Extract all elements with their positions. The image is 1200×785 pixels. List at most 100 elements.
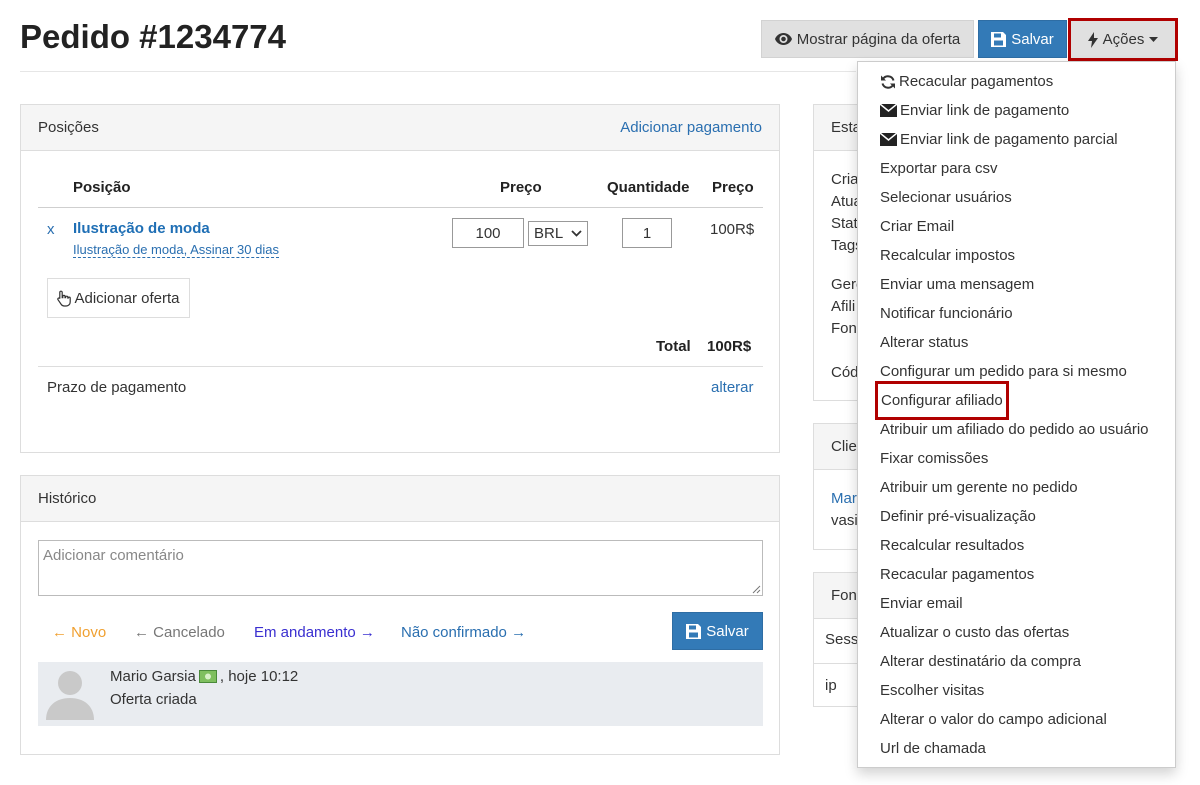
change-payment-term-link[interactable]: alterar: [711, 379, 754, 396]
history-entry: Mario Garsia , hoje 10:12 Oferta criada: [38, 662, 763, 726]
total-divider: [38, 366, 763, 367]
client-email: vasi: [831, 512, 858, 529]
menu-item-label: Alterar o valor do campo adicional: [880, 711, 1107, 728]
col-price-total: Preço: [712, 179, 754, 196]
menu-item-label: Atribuir um afiliado do pedido ao usuári…: [880, 421, 1149, 438]
history-save-label: Salvar: [706, 622, 749, 640]
source-line: ip: [825, 677, 837, 694]
actions-dropdown-button[interactable]: Ações: [1068, 18, 1178, 61]
entry-meta: Mario Garsia , hoje 10:12: [110, 668, 298, 685]
menu-item-recalcular-impostos[interactable]: Recalcular impostos: [858, 241, 1175, 270]
status-in-progress-button[interactable]: Em andamento →: [254, 624, 375, 641]
total-value: 100R$: [707, 338, 752, 355]
table-header-divider: [38, 207, 763, 208]
menu-item-notificar-funcionario[interactable]: Notificar funcionário: [858, 299, 1175, 328]
status-line: Cód: [831, 364, 859, 381]
envelope-icon: [880, 104, 897, 117]
menu-item-definir-pre-visualizacao[interactable]: Definir pré-visualização: [858, 502, 1175, 531]
menu-item-atualizar-o-custo-das-ofertas[interactable]: Atualizar o custo das ofertas: [858, 618, 1175, 647]
comment-textarea[interactable]: Adicionar comentário: [38, 540, 763, 596]
price-input[interactable]: 100: [452, 218, 524, 248]
actions-label: Ações: [1102, 31, 1145, 48]
menu-item-enviar-link-de-pagamento-parcial[interactable]: Enviar link de pagamento parcial: [858, 125, 1175, 154]
position-subtitle-link[interactable]: Ilustração de moda, Assinar 30 dias: [73, 242, 279, 258]
add-payment-link[interactable]: Adicionar pagamento: [620, 119, 762, 136]
menu-item-label: Configurar um pedido para si mesmo: [880, 363, 1127, 380]
menu-item-label: Atualizar o custo das ofertas: [880, 624, 1070, 641]
positions-panel: Posições Adicionar pagamento Posição Pre…: [20, 104, 780, 453]
remove-row-button[interactable]: x: [47, 221, 55, 238]
menu-item-atribuir-um-gerente-no-pedido[interactable]: Atribuir um gerente no pedido: [858, 473, 1175, 502]
save-button[interactable]: Salvar: [978, 20, 1067, 58]
menu-item-label: Recacular pagamentos: [880, 566, 1035, 583]
menu-item-recacular-pagamentos[interactable]: Recacular pagamentos: [858, 67, 1175, 96]
menu-item-escolher-visitas[interactable]: Escolher visitas: [858, 676, 1175, 705]
positions-heading: Posições Adicionar pagamento: [21, 105, 779, 151]
title-divider: [20, 71, 856, 72]
positions-title: Posições: [38, 119, 99, 136]
status-line: Afili: [831, 298, 856, 315]
arrow-left-icon: ←: [134, 624, 149, 641]
menu-item-label: Fixar comissões: [880, 450, 989, 467]
menu-item-exportar-para-csv[interactable]: Exportar para csv: [858, 154, 1175, 183]
entry-time: , hoje 10:12: [219, 668, 299, 685]
menu-item-alterar-destinatario-da-compra[interactable]: Alterar destinatário da compra: [858, 647, 1175, 676]
menu-item-criar-email[interactable]: Criar Email: [858, 212, 1175, 241]
menu-item-label: Url de chamada: [880, 740, 986, 757]
quantity-input[interactable]: 1: [622, 218, 672, 248]
menu-item-recacular-pagamentos[interactable]: Recacular pagamentos: [858, 560, 1175, 589]
col-position: Posição: [73, 179, 131, 196]
bolt-icon: [1087, 31, 1098, 48]
add-offer-label: Adicionar oferta: [74, 289, 180, 307]
status-cancelled-button[interactable]: ← Cancelado: [134, 624, 225, 641]
menu-item-label: Alterar status: [880, 334, 969, 351]
menu-item-atribuir-um-afiliado-do-pedido-ao-usuario[interactable]: Atribuir um afiliado do pedido ao usuári…: [858, 415, 1175, 444]
view-offer-label: Mostrar página da oferta: [796, 30, 961, 48]
menu-item-label: Alterar destinatário da compra: [880, 653, 1081, 670]
menu-item-alterar-o-valor-do-campo-adicional[interactable]: Alterar o valor do campo adicional: [858, 705, 1175, 734]
menu-item-label: Configurar afiliado: [875, 381, 1009, 420]
currency-select[interactable]: BRL: [528, 221, 588, 246]
menu-item-enviar-uma-mensagem[interactable]: Enviar uma mensagem: [858, 270, 1175, 299]
envelope-icon: [880, 133, 897, 146]
menu-item-selecionar-usuarios[interactable]: Selecionar usuários: [858, 183, 1175, 212]
arrow-right-icon: →: [359, 624, 375, 641]
history-save-button[interactable]: Salvar: [672, 612, 763, 650]
currency-value: BRL: [534, 225, 564, 242]
client-name-link[interactable]: Mar: [831, 490, 857, 507]
menu-item-url-de-chamada[interactable]: Url de chamada: [858, 734, 1175, 763]
arrow-left-icon: ←: [52, 624, 67, 641]
floppy-disk-icon: [686, 623, 702, 639]
col-quantity: Quantidade: [607, 179, 690, 196]
history-heading: Histórico: [21, 476, 779, 522]
status-new-button[interactable]: ← Novo: [52, 624, 106, 641]
menu-item-configurar-afiliado[interactable]: Configurar afiliado: [858, 381, 1175, 420]
actions-dropdown-menu: Recacular pagamentos Enviar link de pagam…: [857, 61, 1176, 768]
menu-item-alterar-status[interactable]: Alterar status: [858, 328, 1175, 357]
add-offer-button[interactable]: Adicionar oferta: [47, 278, 190, 318]
entry-text: Oferta criada: [110, 691, 197, 708]
menu-item-label: Exportar para csv: [880, 160, 998, 177]
menu-item-label: Enviar email: [880, 595, 963, 612]
menu-item-label: Enviar link de pagamento: [900, 102, 1070, 119]
menu-item-enviar-link-de-pagamento[interactable]: Enviar link de pagamento: [858, 96, 1175, 125]
menu-item-configurar-um-pedido-para-si-mesmo[interactable]: Configurar um pedido para si mesmo: [858, 357, 1175, 386]
resize-handle-icon[interactable]: [752, 585, 761, 594]
refresh-icon: [880, 74, 896, 90]
history-panel: Histórico Adicionar comentário ← Novo ← …: [20, 475, 780, 755]
menu-item-label: Definir pré-visualização: [880, 508, 1036, 525]
status-unconfirmed-button[interactable]: Não confirmado →: [401, 624, 526, 641]
arrow-right-icon: →: [511, 624, 527, 641]
hand-pointer-icon: [57, 290, 72, 307]
chevron-down-icon: [571, 230, 582, 237]
floppy-disk-icon: [991, 31, 1007, 47]
menu-item-label: Escolher visitas: [880, 682, 985, 699]
position-name-link[interactable]: Ilustração de moda: [73, 220, 210, 237]
menu-item-label: Enviar uma mensagem: [880, 276, 1035, 293]
money-icon: [198, 670, 217, 683]
total-label: Total: [656, 338, 691, 355]
view-offer-button[interactable]: Mostrar página da oferta: [761, 20, 974, 58]
menu-item-enviar-email[interactable]: Enviar email: [858, 589, 1175, 618]
menu-item-recalcular-resultados[interactable]: Recalcular resultados: [858, 531, 1175, 560]
menu-item-fixar-comissoes[interactable]: Fixar comissões: [858, 444, 1175, 473]
